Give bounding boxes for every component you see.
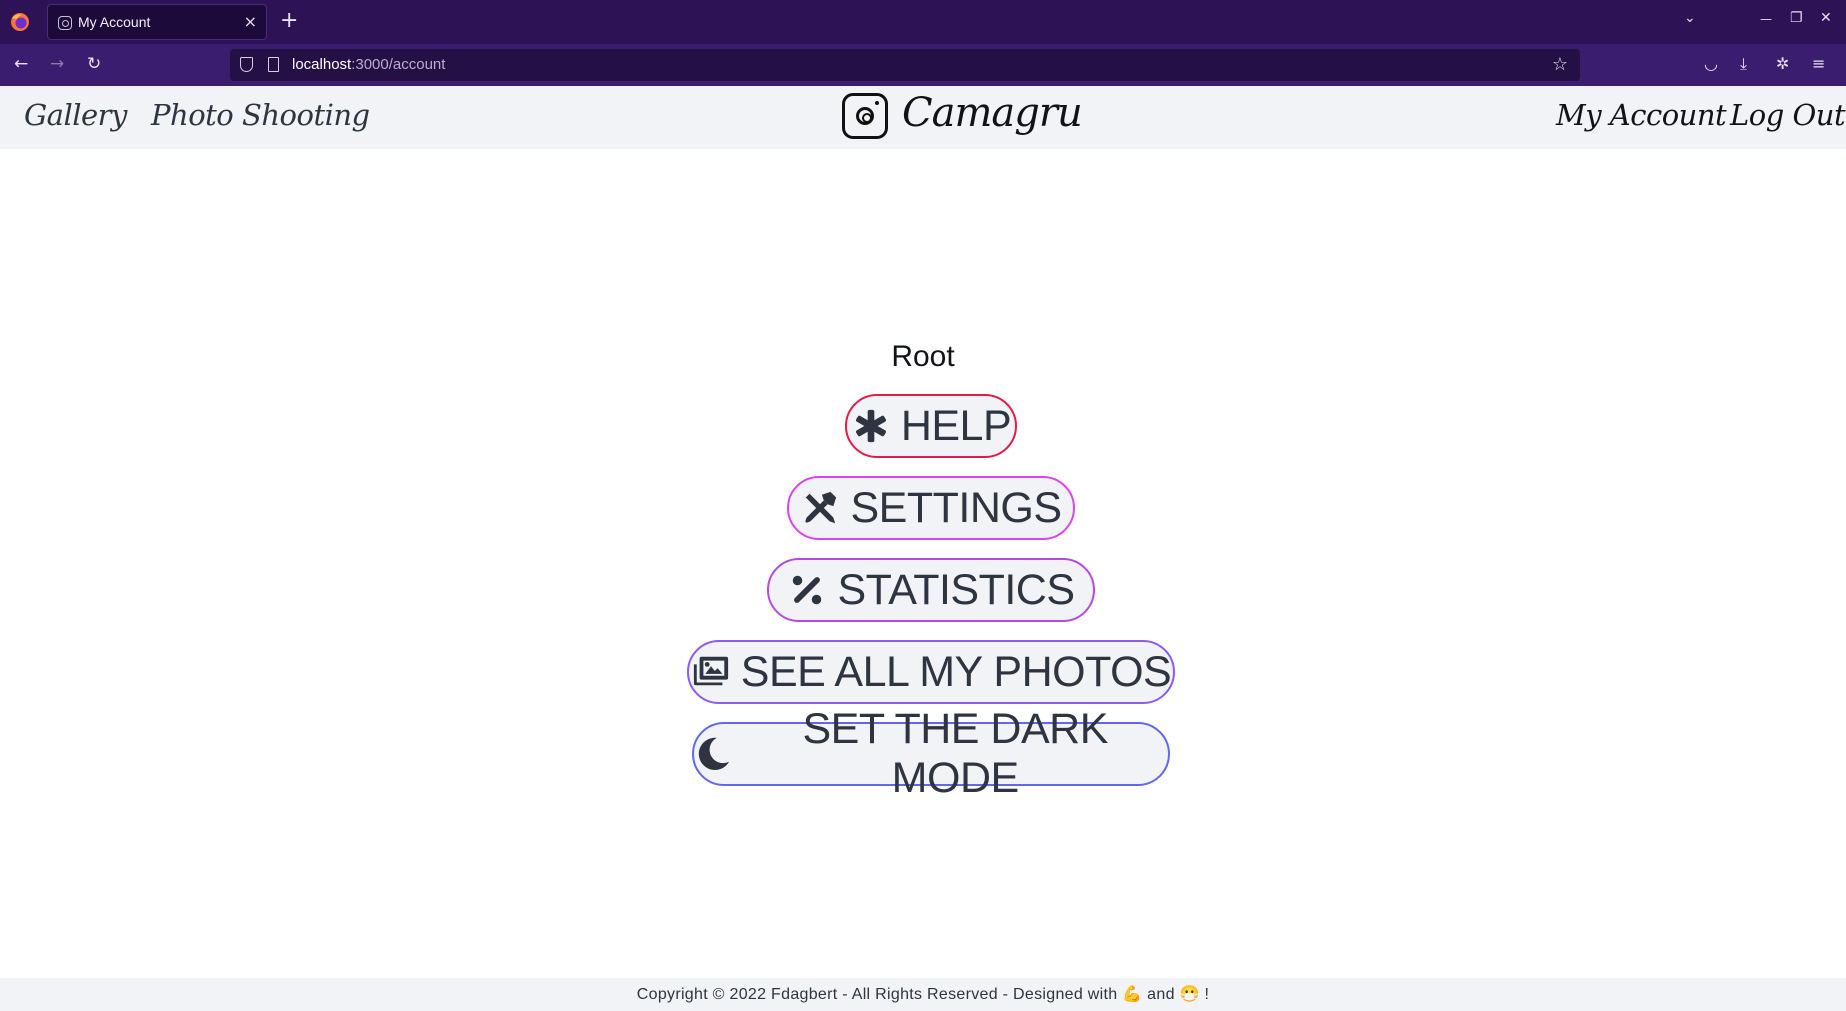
statistics-button[interactable]: STATISTICS bbox=[767, 558, 1095, 622]
page-info-icon[interactable] bbox=[268, 57, 279, 72]
set-dark-mode-label: SET THE DARK MODE bbox=[802, 705, 1108, 802]
reload-icon[interactable]: ↻ bbox=[87, 54, 101, 74]
copyright-text: Copyright © 2022 Fdagbert - All Rights R… bbox=[636, 986, 1210, 1003]
moon-icon bbox=[694, 734, 732, 774]
url-text[interactable]: localhost:3000/account bbox=[292, 56, 445, 73]
images-icon bbox=[691, 652, 731, 692]
back-arrow-icon[interactable]: ← bbox=[14, 54, 28, 74]
camera-lens bbox=[856, 107, 874, 125]
url-host: localhost bbox=[292, 56, 352, 73]
settings-button[interactable]: SETTINGS bbox=[787, 476, 1075, 540]
brand-name[interactable]: Camagru bbox=[902, 90, 1083, 136]
see-all-my-photos-label: SEE ALL MY PHOTOS bbox=[740, 647, 1172, 696]
help-button[interactable]: HELP bbox=[845, 394, 1017, 458]
forward-arrow-icon[interactable]: → bbox=[50, 54, 64, 74]
extensions-icon[interactable]: ✲ bbox=[1776, 54, 1789, 73]
settings-label: SETTINGS bbox=[850, 483, 1062, 532]
restore-button[interactable]: ❐ bbox=[1790, 10, 1803, 26]
browser-tab-my-account[interactable]: My Account × bbox=[47, 4, 267, 40]
username-heading: Root bbox=[891, 340, 955, 373]
nav-gallery-link[interactable]: Gallery bbox=[24, 98, 127, 132]
bookmark-star-icon[interactable]: ☆ bbox=[1552, 54, 1568, 75]
site-header: Gallery Photo Shooting Camagru My Accoun… bbox=[0, 86, 1846, 149]
camera-flash-dot bbox=[875, 101, 879, 105]
set-dark-mode-button[interactable]: SET THE DARK MODE bbox=[692, 705, 1170, 802]
camera-logo-icon[interactable] bbox=[842, 93, 888, 139]
tools-icon bbox=[800, 488, 840, 528]
pocket-icon[interactable]: ◡ bbox=[1704, 54, 1718, 73]
tab-close-icon[interactable]: × bbox=[244, 12, 257, 31]
statistics-label: STATISTICS bbox=[837, 565, 1075, 614]
browser-nav-bar: ← → ↻ localhost:3000/account ☆ ◡ ⤓ ✲ ≡ bbox=[0, 44, 1846, 86]
close-window-button[interactable]: ✕ bbox=[1820, 10, 1832, 26]
minimize-button[interactable]: — bbox=[1760, 12, 1772, 26]
asterisk-icon bbox=[851, 406, 891, 446]
see-all-my-photos-button[interactable]: SEE ALL MY PHOTOS bbox=[687, 640, 1175, 704]
nav-log-out-link[interactable]: Log Out bbox=[1730, 98, 1846, 132]
downloads-icon[interactable]: ⤓ bbox=[1740, 54, 1747, 74]
tab-title: My Account bbox=[78, 14, 151, 30]
url-bar[interactable]: localhost:3000/account ☆ bbox=[230, 49, 1580, 81]
tracking-shield-icon[interactable] bbox=[240, 57, 253, 72]
new-tab-button[interactable]: + bbox=[280, 8, 298, 34]
nav-my-account-link[interactable]: My Account bbox=[1556, 98, 1727, 132]
browser-tab-bar: My Account × + ⌄ — ❐ ✕ bbox=[0, 0, 1846, 44]
site-footer: Copyright © 2022 Fdagbert - All Rights R… bbox=[0, 978, 1846, 1011]
list-tabs-icon[interactable]: ⌄ bbox=[1684, 10, 1696, 26]
app-menu-icon[interactable]: ≡ bbox=[1812, 54, 1825, 73]
firefox-logo-icon[interactable] bbox=[10, 12, 30, 32]
nav-photo-shooting-link[interactable]: Photo Shooting bbox=[151, 98, 370, 132]
percent-icon bbox=[787, 570, 827, 610]
camagru-favicon-icon bbox=[58, 16, 72, 30]
help-label: HELP bbox=[900, 401, 1012, 450]
url-path: :3000/account bbox=[351, 56, 446, 73]
